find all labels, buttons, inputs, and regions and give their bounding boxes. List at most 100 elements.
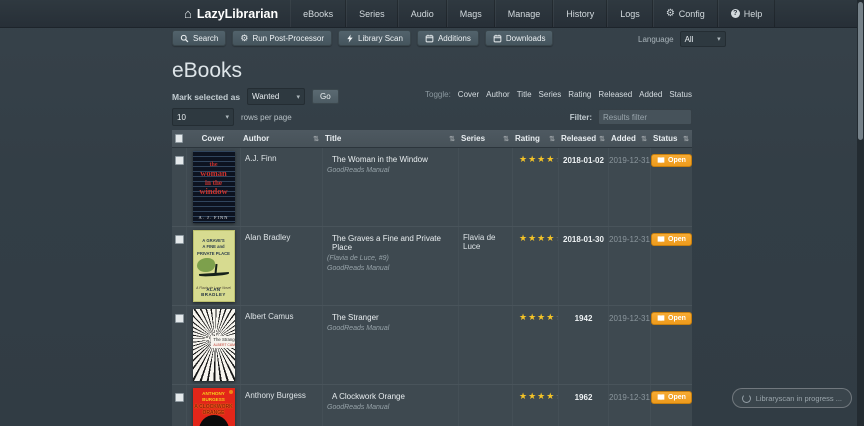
added-date: 2019-12-31 [609, 314, 650, 323]
nav-mags[interactable]: Mags [446, 0, 495, 27]
nav-config[interactable]: Config [652, 0, 718, 27]
nav-history[interactable]: History [553, 0, 608, 27]
toggle-author[interactable]: Author [486, 90, 510, 99]
run-post-processor-button[interactable]: Run Post-Processor [232, 30, 333, 46]
calendar-icon [493, 34, 502, 43]
cogs-icon [240, 33, 248, 44]
nav-manage[interactable]: Manage [494, 0, 554, 27]
nav-logs[interactable]: Logs [607, 0, 653, 27]
author-name: Alan Bradley [245, 233, 291, 242]
nav-help[interactable]: Help [717, 0, 776, 27]
header-rating[interactable]: Rating [512, 130, 558, 147]
released-date: 1962 [574, 393, 593, 402]
added-cell: 2019-12-31 [608, 385, 650, 426]
title-cell: The Woman in the Window GoodReads Manual [322, 148, 458, 226]
header-series[interactable]: Series [458, 130, 512, 147]
scrollbar-thumb[interactable] [858, 2, 863, 140]
search-button[interactable]: Search [172, 30, 227, 46]
rating-stars: ★★★★★ [519, 233, 558, 243]
row-checkbox[interactable] [174, 314, 184, 323]
row-select-cell [172, 306, 186, 384]
title-cell: A Clockwork Orange GoodReads Manual [322, 385, 458, 426]
header-released[interactable]: Released [558, 130, 608, 147]
header-status-label: Status [653, 134, 678, 143]
table-row: The Stranger ALBERT CAMUS Albert Camus T… [172, 306, 692, 385]
author-cell: Albert Camus [240, 306, 322, 384]
header-released-label: Released [561, 134, 597, 143]
open-button[interactable]: Open [651, 233, 692, 246]
open-button[interactable]: Open [651, 391, 692, 404]
row-select-cell [172, 385, 186, 426]
go-button[interactable]: Go [312, 89, 339, 104]
header-status[interactable]: Status [650, 130, 692, 147]
table-controls: 10 rows per page Filter: [172, 108, 692, 126]
select-all-checkbox[interactable] [175, 134, 183, 143]
ebooks-table: Cover Author Title Series Rating Release… [172, 130, 692, 426]
sort-icon [683, 134, 689, 143]
released-cell: 1942 [558, 306, 608, 384]
toggle-cover[interactable]: Cover [458, 90, 479, 99]
series-name[interactable]: Flavia de Luce [463, 233, 495, 251]
series-note: (Flavia de Luce, #9) [327, 255, 389, 262]
select-all-cell [172, 130, 186, 147]
book-title-link[interactable]: A Clockwork Orange [332, 392, 454, 401]
cover-line: PRIVATE PLACE [197, 250, 230, 256]
book-cover[interactable]: A GRAVE'S A FINE and PRIVATE PLACE A Fla… [192, 230, 235, 302]
toggle-title[interactable]: Title [517, 90, 532, 99]
downloads-button[interactable]: Downloads [484, 30, 554, 46]
row-checkbox[interactable] [174, 393, 184, 402]
rows-per-page-select[interactable]: 10 [172, 108, 234, 126]
toggle-series[interactable]: Series [539, 90, 562, 99]
header-cover-label: Cover [201, 134, 225, 143]
released-date: 2018-01-02 [563, 156, 604, 165]
library-scan-button[interactable]: Library Scan [338, 30, 411, 46]
added-date: 2019-12-31 [609, 235, 650, 244]
open-button[interactable]: Open [651, 312, 692, 325]
author-cell: A.J. Finn [240, 148, 322, 226]
row-checkbox[interactable] [174, 235, 184, 244]
toggle-released[interactable]: Released [598, 90, 632, 99]
book-icon [657, 156, 665, 166]
mark-selected-select[interactable]: Wanted [247, 88, 306, 105]
toggle-added[interactable]: Added [639, 90, 662, 99]
brand-home-link[interactable]: LazyLibrarian [172, 0, 290, 27]
toggle-rating[interactable]: Rating [568, 90, 591, 99]
released-date: 1942 [574, 314, 593, 323]
cover-cell: The Stranger ALBERT CAMUS [186, 306, 240, 384]
filter-input[interactable] [598, 109, 692, 125]
sort-icon [503, 134, 509, 143]
toggle-status[interactable]: Status [669, 90, 692, 99]
book-cover[interactable]: ANTHONY BURGESS A CLOCKWORK ORANGE [192, 388, 235, 426]
header-author-label: Author [243, 134, 270, 143]
row-checkbox[interactable] [174, 156, 184, 165]
language-select[interactable]: All [679, 31, 726, 47]
cover-art-boat [198, 271, 229, 278]
run-post-processor-label: Run Post-Processor [252, 33, 325, 43]
sort-icon [449, 134, 455, 143]
title-cell: The Graves a Fine and Private Place (Fla… [322, 227, 458, 305]
scrollbar-track[interactable] [857, 0, 864, 426]
header-cover[interactable]: Cover [186, 130, 240, 147]
book-title-link[interactable]: The Stranger [332, 313, 454, 322]
open-button-label: Open [668, 236, 686, 243]
book-cover[interactable]: The Stranger ALBERT CAMUS [192, 309, 235, 381]
additions-button[interactable]: Additions [416, 30, 479, 46]
open-button[interactable]: Open [651, 154, 692, 167]
language-label: Language [638, 34, 674, 44]
header-author[interactable]: Author [240, 130, 322, 147]
spinner-icon [741, 393, 751, 403]
table-row: A GRAVE'S A FINE and PRIVATE PLACE A Fla… [172, 227, 692, 306]
header-title[interactable]: Title [322, 130, 458, 147]
cover-line: window [199, 185, 228, 196]
book-title-link[interactable]: The Woman in the Window [332, 155, 454, 164]
book-title-link[interactable]: The Graves a Fine and Private Place [332, 234, 454, 252]
nav-config-label: Config [678, 8, 705, 19]
book-source: GoodReads Manual [327, 167, 390, 174]
nav-ebooks[interactable]: eBooks [290, 0, 347, 27]
header-added[interactable]: Added [608, 130, 650, 147]
header-series-label: Series [461, 134, 486, 143]
nav-audio[interactable]: Audio [397, 0, 447, 27]
book-cover[interactable]: the woman in the window A. J. FINN [192, 151, 235, 223]
nav-series[interactable]: Series [346, 0, 398, 27]
table-row: ANTHONY BURGESS A CLOCKWORK ORANGE Antho… [172, 385, 692, 426]
